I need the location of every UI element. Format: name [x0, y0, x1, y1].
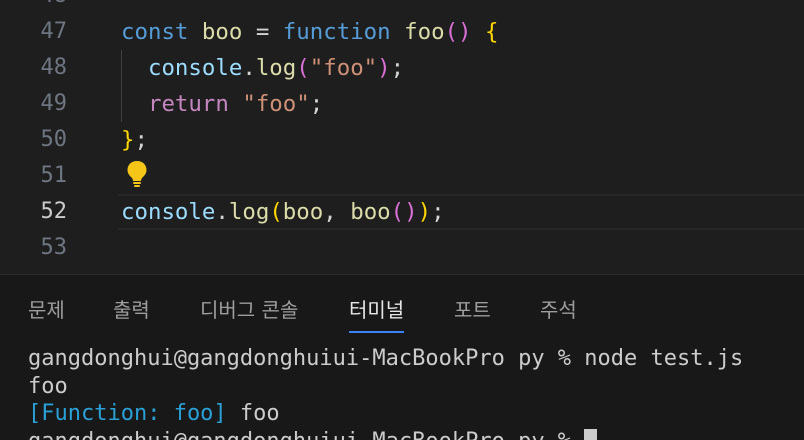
code-token: ;: [134, 127, 148, 153]
tab-problems[interactable]: 문제: [28, 295, 65, 325]
code-line[interactable]: 52 console.log(boo, boo());: [0, 194, 804, 230]
code-text: console.log("foo");: [121, 50, 404, 86]
tab-comments[interactable]: 주석: [540, 295, 577, 325]
code-token: ;: [309, 91, 324, 117]
line-number: 48: [40, 55, 68, 80]
code-token: boo: [350, 199, 391, 225]
code-token: foo: [404, 19, 445, 45]
lightbulb-icon[interactable]: [125, 160, 149, 188]
code-token: {: [485, 19, 499, 45]
terminal-output[interactable]: gangdonghui@gangdonghuiui-MacBookPro py …: [28, 345, 743, 440]
code-token: boo: [282, 199, 324, 225]
code-token: function: [282, 19, 391, 45]
code-line[interactable]: 47 const boo = function foo() {: [0, 14, 804, 50]
code-token: log: [228, 199, 270, 225]
line-number: 48: [0, 0, 68, 14]
terminal-line: foo: [28, 373, 68, 399]
tab-terminal[interactable]: 터미널: [349, 295, 405, 333]
code-token: console: [147, 55, 243, 81]
code-token: ,: [323, 199, 351, 225]
code-token: log: [255, 55, 297, 81]
code-token: .: [242, 55, 256, 81]
code-token: ;: [390, 55, 405, 81]
code-editor[interactable]: 4847const boo = function foo() {48 conso…: [0, 0, 804, 274]
code-token: return: [147, 91, 229, 117]
code-token: const: [121, 19, 189, 45]
line-number: 50: [40, 127, 68, 152]
terminal-line: gangdonghui@gangdonghuiui-MacBookPro py …: [28, 346, 744, 371]
tab-output[interactable]: 출력: [113, 295, 150, 325]
code-text: console.log(boo, boo());: [121, 194, 445, 230]
code-text: };: [121, 122, 148, 158]
code-line[interactable]: 48: [0, 0, 804, 14]
indent-guide: [121, 50, 122, 122]
code-token: (: [269, 199, 283, 225]
code-token: ): [377, 55, 391, 81]
terminal-line: foo: [226, 401, 280, 426]
code-token: (: [390, 199, 405, 225]
code-token: boo: [201, 19, 243, 45]
code-token: "foo": [309, 55, 378, 81]
code-token: ): [417, 199, 432, 225]
code-token: (): [444, 19, 472, 45]
line-number: 52: [40, 199, 68, 224]
code-token: (: [296, 55, 310, 81]
code-token: ): [404, 199, 418, 225]
line-number: 49: [40, 91, 68, 116]
line-number: 53: [40, 235, 68, 260]
bottom-panel: 문제 출력 디버그 콘솔 터미널 포트 주석 gangdonghui@gangd…: [0, 275, 804, 440]
code-token: =: [242, 19, 283, 45]
terminal-function-label: [Function: foo]: [28, 401, 227, 426]
line-number: 51: [40, 163, 68, 188]
code-text: const boo = function foo() {: [121, 14, 499, 50]
code-token: }: [121, 127, 135, 153]
code-line[interactable]: 50};: [0, 122, 804, 158]
code-text: return "foo";: [121, 86, 323, 122]
code-line[interactable]: 53: [0, 230, 804, 266]
code-token: ;: [431, 199, 445, 225]
line-number: 47: [40, 19, 68, 44]
panel-tabs: 문제 출력 디버그 콘솔 터미널 포트 주석: [0, 275, 804, 335]
terminal-prompt: gangdonghui@gangdonghuiui-MacBookPro py …: [28, 429, 584, 440]
tab-ports[interactable]: 포트: [454, 295, 491, 325]
terminal-cursor: [584, 428, 598, 440]
code-token: "foo": [242, 91, 310, 117]
active-tab-indicator: [349, 331, 405, 333]
code-line[interactable]: 51: [0, 158, 804, 194]
code-token: .: [215, 199, 229, 225]
tab-debug-console[interactable]: 디버그 콘솔: [200, 295, 298, 325]
code-token: console: [121, 199, 216, 225]
